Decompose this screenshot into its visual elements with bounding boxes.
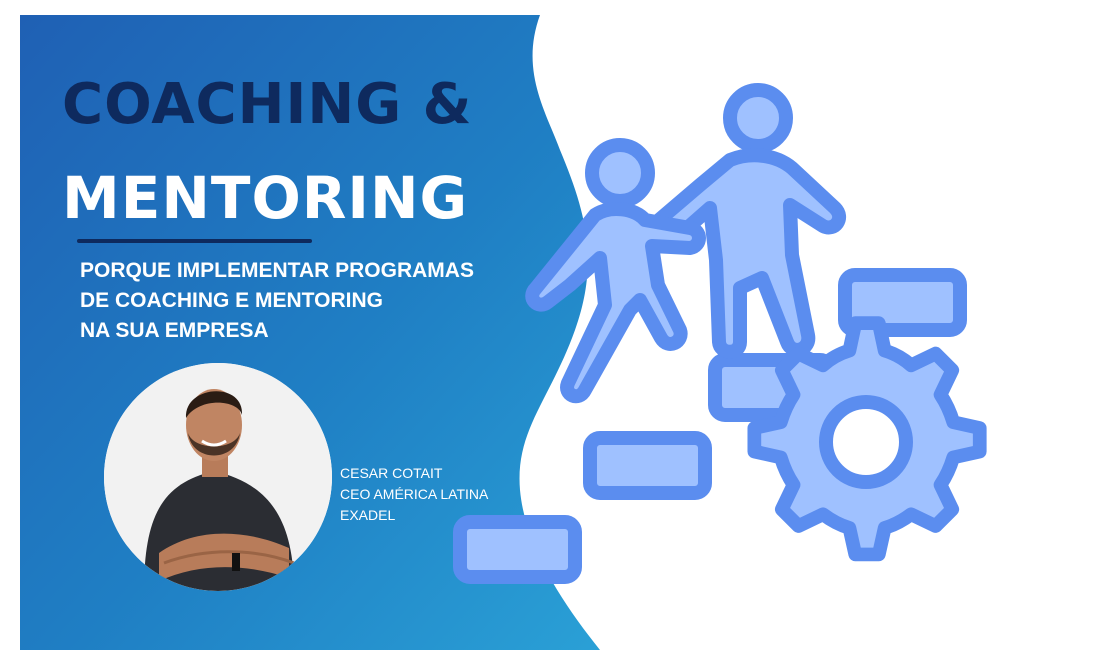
step-icon xyxy=(583,431,712,500)
gear-icon xyxy=(747,316,987,562)
subtitle: PORQUE IMPLEMENTAR PROGRAMAS DE COACHING… xyxy=(80,256,474,346)
subtitle-line-1: PORQUE IMPLEMENTAR PROGRAMAS xyxy=(80,259,474,282)
headline-line-1: COACHING & xyxy=(62,72,473,137)
headline-line-2: MENTORING xyxy=(62,164,469,232)
speaker-photo xyxy=(104,363,332,591)
step-icon xyxy=(453,515,582,584)
climbing-people-illustration xyxy=(453,83,987,584)
coaching-banner: COACHING & MENTORING PORQUE IMPLEMENTAR … xyxy=(0,0,1109,666)
subtitle-line-2: DE COACHING E MENTORING xyxy=(80,289,383,312)
person-head-icon xyxy=(723,83,793,153)
person-head-icon xyxy=(585,138,655,208)
title-divider xyxy=(77,239,312,243)
subtitle-line-3: NA SUA EMPRESA xyxy=(80,319,269,342)
person-body-icon xyxy=(525,202,706,404)
person-portrait-icon xyxy=(104,363,332,591)
